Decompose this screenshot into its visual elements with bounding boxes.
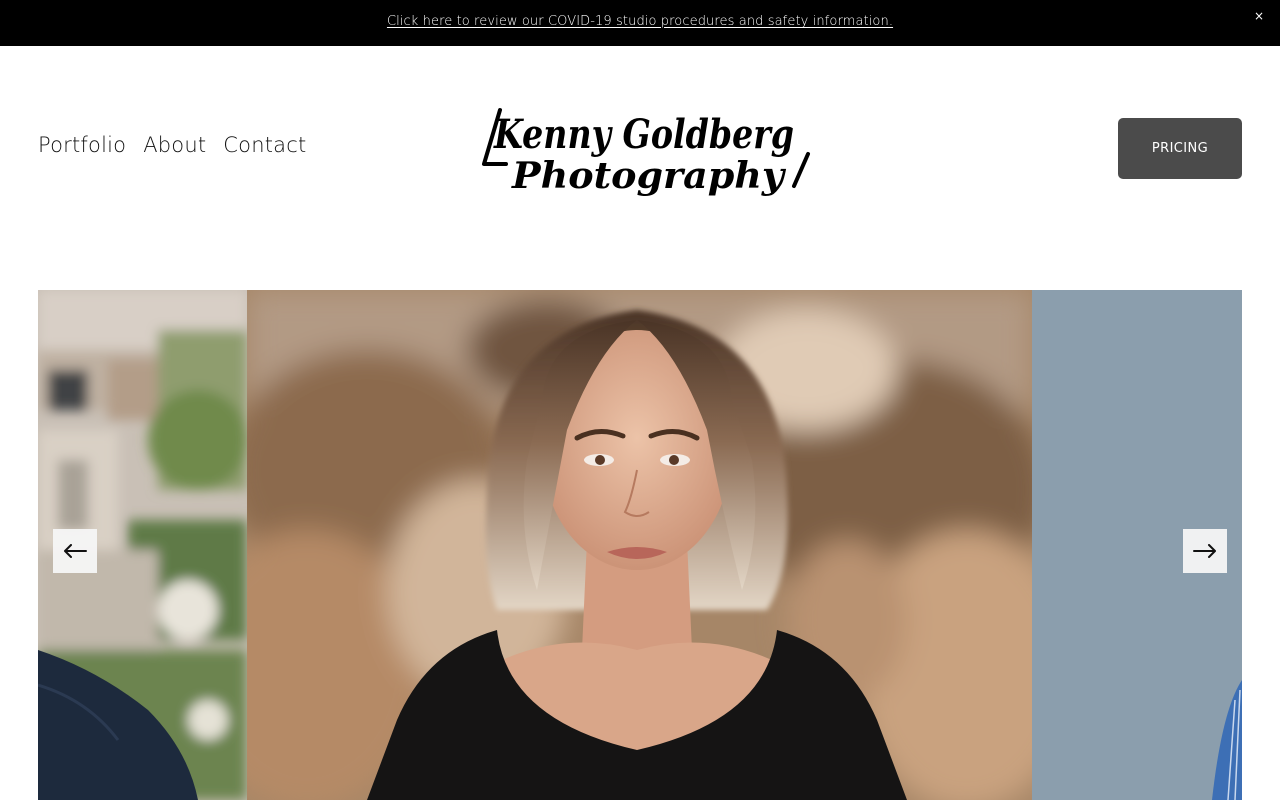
pricing-button[interactable]: PRICING	[1118, 118, 1242, 179]
photo-gallery	[38, 290, 1242, 800]
logo-line1: Kenny Goldberg	[493, 111, 794, 158]
site-logo[interactable]: Kenny Goldberg Photography	[476, 102, 816, 202]
close-icon[interactable]: ×	[1252, 9, 1266, 23]
announcement-bar: Click here to review our COVID-19 studio…	[0, 0, 1280, 46]
arrow-left-icon	[64, 544, 87, 558]
portrait-photo-main	[247, 290, 1032, 800]
nav-item-portfolio[interactable]: Portfolio	[38, 133, 126, 157]
gallery-next-button[interactable]	[1183, 529, 1227, 573]
announcement-link[interactable]: Click here to review our COVID-19 studio…	[0, 14, 1280, 29]
nav-item-about[interactable]: About	[143, 133, 206, 157]
nav-item-contact[interactable]: Contact	[223, 133, 306, 157]
arrow-right-icon	[1193, 544, 1216, 558]
site-header: Portfolio About Contact Kenny Goldberg P…	[0, 46, 1280, 250]
gallery-slide-current[interactable]	[247, 290, 1032, 800]
main-nav: Portfolio About Contact	[38, 133, 306, 157]
gallery-prev-button[interactable]	[53, 529, 97, 573]
logo-line2: Photography	[511, 155, 786, 197]
